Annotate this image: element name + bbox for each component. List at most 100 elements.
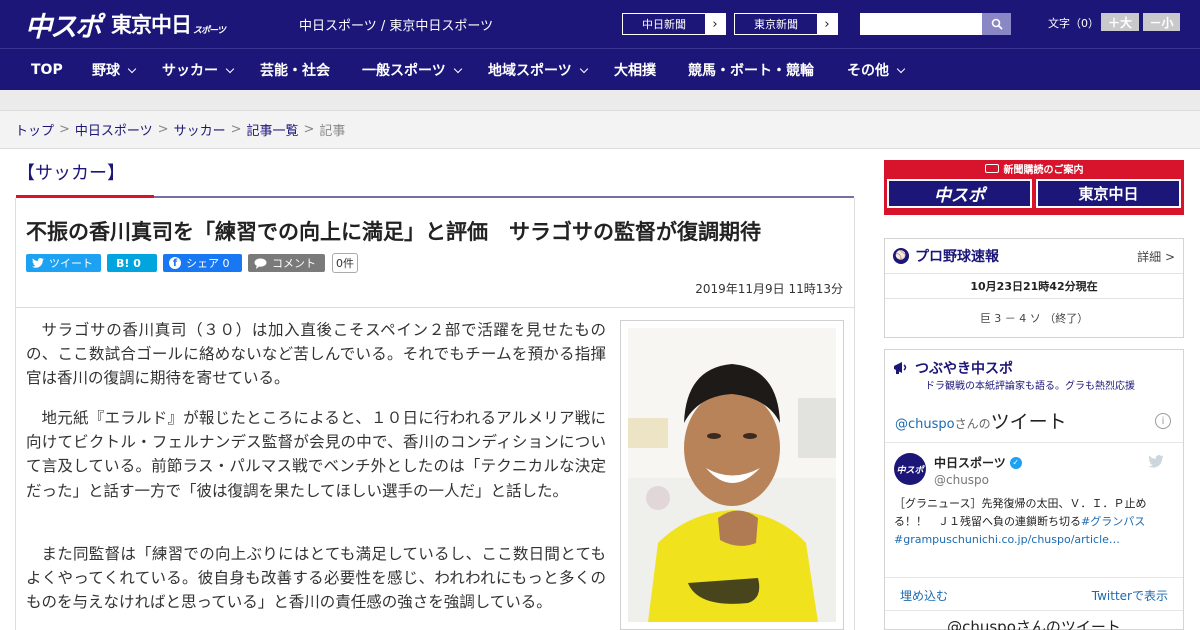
tweets-footer-divider: [885, 577, 1183, 578]
baseball-icon: ⚾: [893, 248, 909, 264]
article-photo[interactable]: [620, 320, 844, 630]
tweet-text: ［グラニュース］先発復帰の太田、Ｖ．Ｉ．Ｐ止める！！ Ｊ１残留へ負の連鎖断ち切る…: [894, 495, 1176, 549]
baseball-scores-header: ⚾ プロ野球速報 詳細 >: [885, 239, 1183, 274]
twitter-bird-icon: [1148, 455, 1164, 468]
font-smaller-button[interactable]: －小: [1143, 13, 1180, 31]
breadcrumb-chunichi-sports[interactable]: 中日スポーツ: [75, 120, 153, 139]
view-on-twitter-link[interactable]: Twitterで表示: [1092, 587, 1168, 604]
nav-racing[interactable]: 競馬・ボート・競輪: [688, 49, 814, 91]
nav-sumo[interactable]: 大相撲: [614, 49, 656, 91]
chevron-right-icon: ›: [824, 16, 830, 32]
subscription-heading-label: 新聞購読のご案内: [1003, 164, 1084, 176]
baseball-score-row[interactable]: 巨 3 － 4 ソ （終了）: [885, 299, 1183, 337]
chevron-down-icon: [127, 64, 137, 73]
facebook-share-button[interactable]: f シェア 0: [163, 254, 242, 272]
tokyo-chunichi-logo-text: 東京中日: [111, 13, 192, 37]
breadcrumb-separator: >: [59, 122, 70, 137]
baseball-detail-link[interactable]: 詳細 >: [1137, 248, 1175, 265]
article-paragraph: サラゴサの香川真司（３０）は加入直後こそスペイン２部で活躍を見せたものの、ここ数…: [26, 321, 606, 388]
chunichi-shimbun-button[interactable]: 中日新聞 ›: [622, 13, 726, 35]
chevron-down-icon: [225, 64, 235, 73]
subscription-banner[interactable]: 新聞購読のご案内 中スポ 東京中日: [884, 160, 1184, 215]
chunichi-shimbun-label: 中日新聞: [623, 14, 705, 34]
breadcrumb: トップ > 中日スポーツ > サッカー > 記事一覧 > 記事: [0, 110, 1200, 149]
facebook-share-label: シェア 0: [186, 257, 230, 270]
font-bigger-button[interactable]: ＋大: [1101, 13, 1139, 31]
chevron-down-icon: [453, 64, 462, 73]
nav-baseball[interactable]: 野球: [92, 49, 137, 91]
search-button[interactable]: [982, 13, 1011, 35]
nav-local-sports-label: 地域スポーツ: [488, 63, 572, 79]
megaphone-icon: [894, 362, 907, 374]
tweets-subtitle: ドラ観戦の本紙評論家も語る。グラも熱烈応援: [925, 381, 1135, 392]
tweets-footer-divider: [885, 610, 1183, 611]
search-form: [860, 13, 1011, 35]
breadcrumb-top[interactable]: トップ: [15, 120, 54, 139]
nav-soccer[interactable]: サッカー: [162, 49, 235, 91]
baseball-update-time: 10月23日21時42分現在: [885, 274, 1183, 299]
comment-button-label: コメント: [272, 257, 316, 270]
baseball-scores-title: プロ野球速報: [915, 249, 999, 265]
facebook-icon: f: [169, 257, 181, 269]
tokyo-chunichi-logo-sub: スポーツ: [193, 26, 226, 36]
chevron-down-icon: [579, 64, 588, 73]
nav-general-sports[interactable]: 一般スポーツ: [362, 49, 462, 91]
site-name[interactable]: 中日スポーツ / 東京中日スポーツ: [299, 15, 493, 34]
search-input[interactable]: [860, 13, 982, 35]
tweets-footer-link[interactable]: @chuspoさんのツイート: [885, 616, 1183, 630]
nav-soccer-label: サッカー: [162, 63, 218, 79]
breadcrumb-soccer[interactable]: サッカー: [174, 120, 226, 139]
nav-others[interactable]: その他: [847, 49, 906, 91]
chuspo-logo[interactable]: 中スポ: [25, 8, 102, 43]
embed-link[interactable]: 埋め込む: [900, 587, 948, 604]
search-icon: [991, 18, 1003, 30]
tweet-button[interactable]: ツイート: [26, 254, 101, 272]
chevron-down-icon: [896, 64, 906, 73]
tweet-avatar[interactable]: 中スポ: [894, 453, 926, 485]
font-size-label: 文字（0）: [1048, 17, 1099, 30]
nav-others-label: その他: [847, 63, 889, 79]
tweets-widget-label: ツイート: [990, 411, 1067, 433]
article-date: 2019年11月9日 11時13分: [695, 282, 843, 296]
speech-bubble-icon: [254, 257, 267, 269]
comment-button[interactable]: コメント: [248, 254, 325, 272]
info-icon[interactable]: i: [1155, 413, 1171, 429]
tokyo-shimbun-label: 東京新聞: [735, 14, 817, 34]
subscribe-chuspo-label: 中スポ: [889, 181, 1030, 206]
baseball-scores-box: ⚾ プロ野球速報 詳細 > 10月23日21時42分現在 巨 3 － 4 ソ （…: [884, 238, 1184, 338]
nav-general-sports-label: 一般スポーツ: [362, 63, 446, 79]
nav-entertainment[interactable]: 芸能・社会: [260, 49, 330, 91]
subscribe-tokyo-chunichi[interactable]: 東京中日: [1036, 179, 1181, 208]
tweets-divider: [885, 442, 1183, 443]
breadcrumb-separator: >: [303, 122, 315, 137]
tweets-title: つぶやき中スポ: [915, 361, 1013, 377]
tweet-hashtag[interactable]: #グランパス: [1081, 515, 1145, 528]
ad-band: [0, 90, 1200, 110]
tokyo-shimbun-button[interactable]: 東京新聞 ›: [734, 13, 838, 35]
nav-baseball-label: 野球: [92, 63, 120, 79]
twitter-bird-icon: [32, 258, 44, 268]
tweet-user[interactable]: 中日スポーツ ✓: [934, 454, 1022, 471]
tweet-user-handle: @chuspo: [934, 473, 990, 487]
tokyo-chunichi-logo[interactable]: 東京中日 スポーツ: [111, 8, 226, 40]
breadcrumb-separator: >: [230, 122, 242, 137]
tweet-user-name: 中日スポーツ: [934, 456, 1006, 470]
tweet-link[interactable]: #grampuschunichi.co.jp/chuspo/article…: [894, 533, 1120, 546]
tweets-handle-suffix: さんの: [954, 417, 991, 431]
chevron-right-icon: ›: [712, 16, 718, 32]
nav-top[interactable]: TOP: [31, 49, 63, 91]
tweets-widget-title: @chuspo さんの ツイート: [895, 407, 1067, 434]
category-heading: 【サッカー】: [17, 163, 125, 184]
tweets-header: つぶやき中スポ: [893, 358, 1013, 378]
breadcrumb-article-list[interactable]: 記事一覧: [247, 120, 299, 139]
nav-local-sports[interactable]: 地域スポーツ: [488, 49, 588, 91]
tweet-button-label: ツイート: [49, 257, 93, 270]
breadcrumb-separator: >: [157, 122, 169, 137]
article-title: 不振の香川真司を「練習での向上に満足」と評価 サラゴサの監督が復調期待: [26, 220, 761, 244]
top-bar: 中スポ 東京中日 スポーツ 中日スポーツ / 東京中日スポーツ 中日新聞 › 東京新…: [0, 0, 1200, 48]
subscribe-chuspo[interactable]: 中スポ: [887, 179, 1032, 208]
global-nav: TOP 野球 サッカー 芸能・社会 一般スポーツ 地域スポーツ 大相撲 競馬・ボ…: [0, 48, 1200, 90]
comment-count: 0件: [332, 253, 358, 273]
tweets-handle-link[interactable]: @chuspo: [895, 417, 955, 432]
hatena-bookmark-button[interactable]: B! 0: [107, 254, 157, 272]
